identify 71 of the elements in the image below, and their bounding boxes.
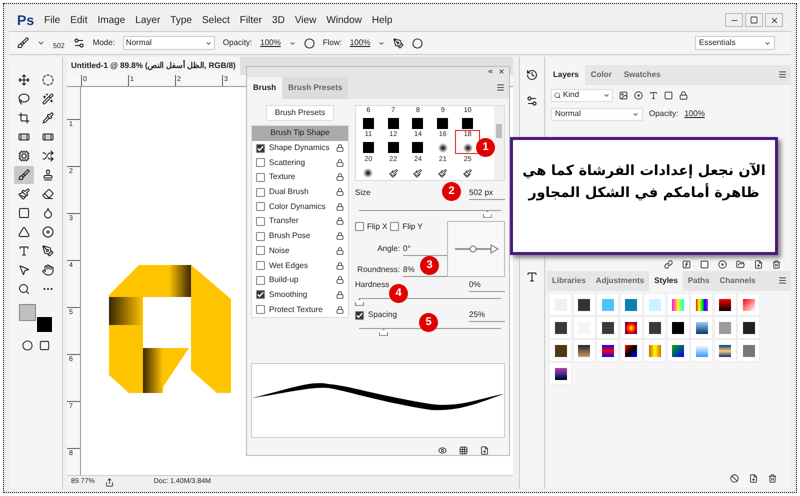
setting-label: Wet Edges <box>269 260 309 272</box>
setting-label: Protect Texture <box>269 304 324 316</box>
setting-label: Dual Brush <box>269 186 310 198</box>
angle-label: Angle: <box>377 243 400 256</box>
hardness-field[interactable]: 0% <box>469 278 505 292</box>
setting-label: Smoothing <box>269 288 308 301</box>
settings-item[interactable]: Protect Texture <box>252 302 348 317</box>
brush-presets-button[interactable]: Brush Presets <box>266 104 334 121</box>
panel-tab[interactable]: Channels <box>714 271 761 291</box>
note-text: الآن نجعل إعدادات الفرشاة كما هي ظاهرة أمامكم في الشكل المجاور <box>521 162 767 203</box>
settings-item[interactable]: Noise <box>252 244 348 258</box>
app-logo: Ps <box>17 10 34 30</box>
panel-tab[interactable]: Color <box>584 65 618 85</box>
settings-item[interactable]: Texture <box>252 170 348 185</box>
workspace-dropdown[interactable]: Essentials <box>695 36 775 50</box>
menu-item[interactable]: File <box>44 12 60 28</box>
blend-mode-dropdown[interactable]: Normal <box>551 108 643 120</box>
settings-item[interactable]: Shape Dynamics <box>252 140 348 156</box>
spacing-label: Spacing <box>368 309 397 322</box>
menu-item[interactable]: Help <box>372 12 392 28</box>
menu-item[interactable]: Layer <box>135 12 160 28</box>
menu-item[interactable]: Image <box>97 12 126 28</box>
setting-label: Brush Pose <box>269 230 312 242</box>
panel-tab[interactable]: Brush <box>247 76 282 99</box>
opacity-label: Opacity: <box>649 108 678 120</box>
settings-item[interactable]: Transfer <box>252 214 348 229</box>
settings-item[interactable]: Smoothing <box>252 288 348 302</box>
panel-tab[interactable]: Adjustments <box>590 271 650 291</box>
settings-item[interactable]: Scattering <box>252 155 348 170</box>
setting-label: Texture <box>269 171 296 184</box>
flow-label: Flow: <box>322 37 342 49</box>
setting-label: Build-up <box>269 274 300 286</box>
menu-item[interactable]: Window <box>326 12 362 28</box>
menu-item[interactable]: 3D <box>272 12 285 28</box>
setting-label: Scattering <box>269 156 306 169</box>
setting-label: Transfer <box>269 215 300 228</box>
opacity-field[interactable]: 100% <box>260 37 281 49</box>
panel-tab[interactable]: Layers <box>547 65 585 85</box>
panel-tab[interactable]: Swatches <box>618 65 667 85</box>
panel-tab[interactable]: Paths <box>682 271 715 291</box>
menu-item[interactable]: View <box>294 12 316 28</box>
menu-item[interactable]: Edit <box>70 12 88 28</box>
size-label: Size <box>355 186 371 199</box>
menu-item[interactable]: Type <box>170 12 192 28</box>
flip-x-label: Flip X <box>367 220 388 233</box>
document-tab[interactable]: Untitled-1 @ 89.8% (الظل أسفل النص, RGB/8) <box>67 57 240 75</box>
panel-tab[interactable]: Brush Presets <box>282 76 348 99</box>
settings-header[interactable]: Brush Tip Shape <box>252 126 348 141</box>
settings-item[interactable]: Color Dynamics <box>252 199 348 214</box>
panel-tab[interactable]: Styles <box>649 271 683 291</box>
settings-item[interactable]: Wet Edges <box>252 258 348 273</box>
setting-label: Shape Dynamics <box>269 142 330 154</box>
mode-dropdown[interactable]: Normal <box>122 36 215 50</box>
opacity-label: Opacity: <box>222 37 252 49</box>
hardness-label: Hardness <box>355 278 390 291</box>
setting-label: Color Dynamics <box>269 200 326 213</box>
settings-item[interactable]: Build-up <box>252 272 348 288</box>
settings-item[interactable]: Dual Brush <box>252 184 348 200</box>
panel-tab[interactable]: Libraries <box>547 271 591 291</box>
roundness-label: Roundness: <box>357 264 400 276</box>
mode-label: Mode: <box>92 37 115 49</box>
menu-item[interactable]: Filter <box>240 12 262 28</box>
opacity-field[interactable]: 100% <box>684 108 705 120</box>
settings-item[interactable]: Brush Pose <box>252 228 348 244</box>
spacing-field[interactable]: 25% <box>469 308 505 322</box>
flow-field[interactable]: 100% <box>350 37 370 49</box>
setting-label: Noise <box>269 244 290 257</box>
size-field[interactable]: 502 px <box>469 186 505 200</box>
menu-item[interactable]: Select <box>202 12 230 28</box>
flip-y-label: Flip Y <box>402 220 423 233</box>
filter-dropdown[interactable]: Kind <box>551 88 613 102</box>
